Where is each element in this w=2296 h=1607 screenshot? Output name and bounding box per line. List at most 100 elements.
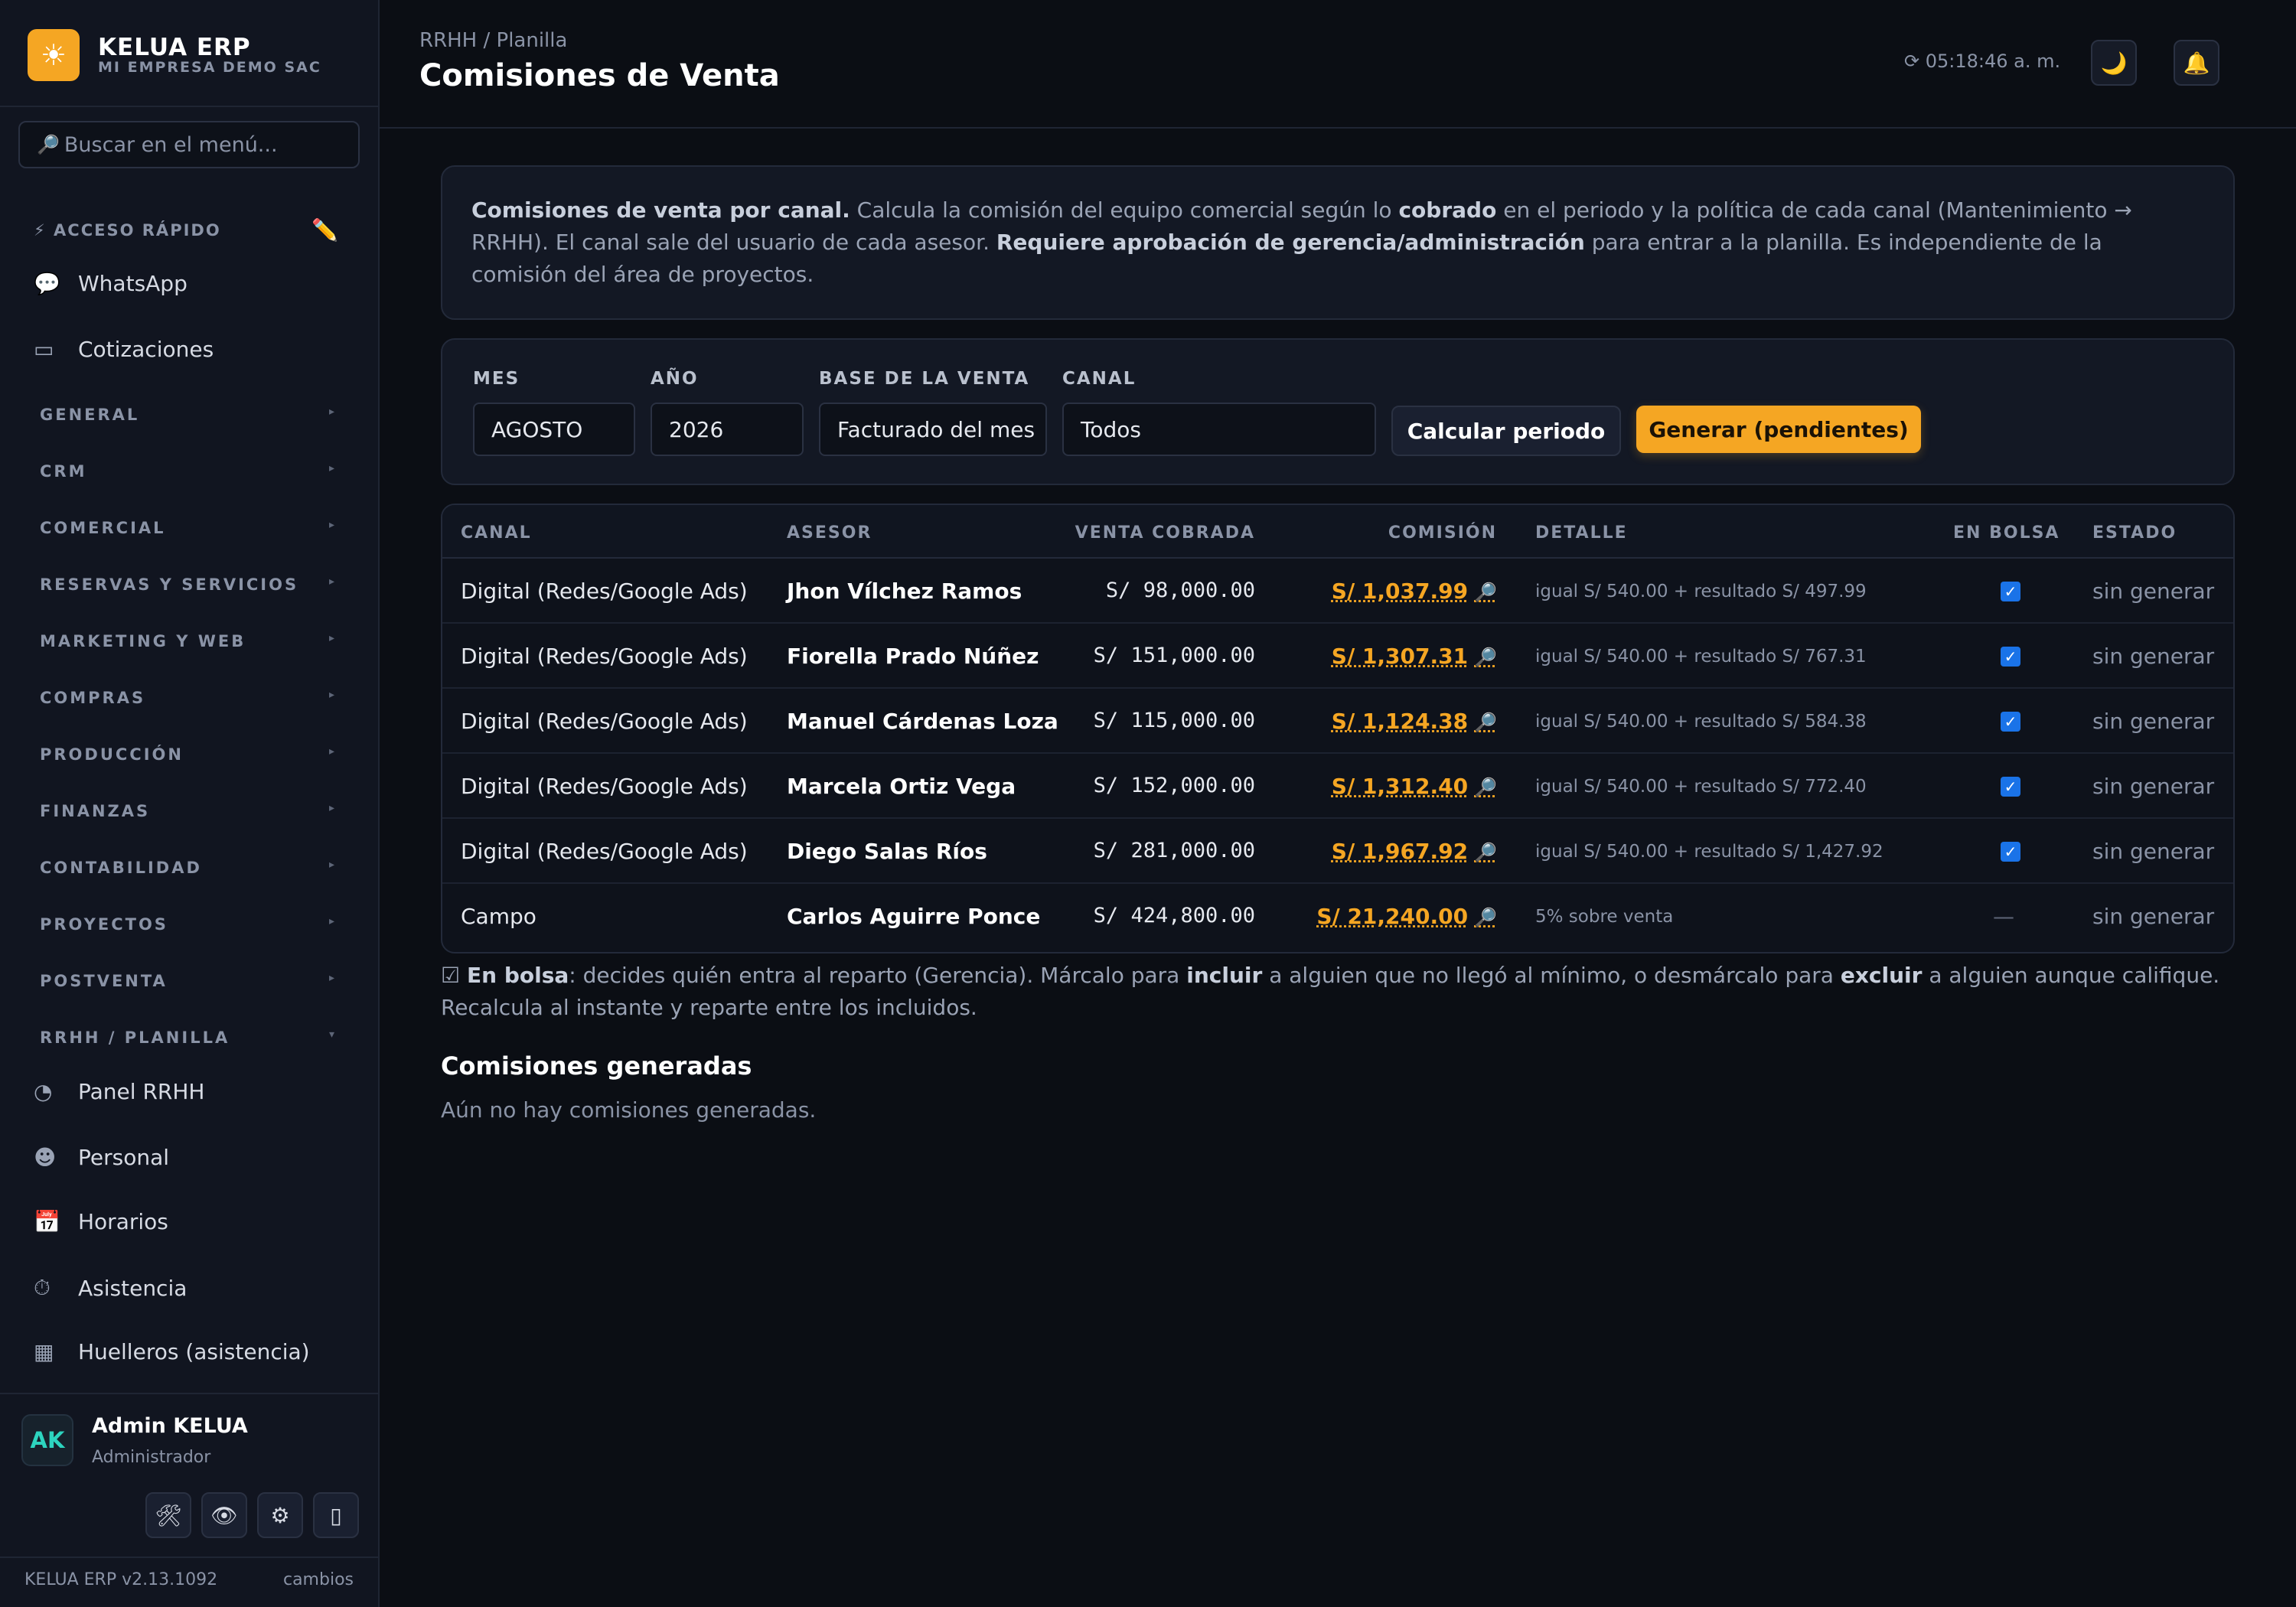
section-finanzas[interactable]: FINANZAS ▸ bbox=[40, 802, 337, 820]
person-icon: ☻ bbox=[34, 1145, 57, 1170]
section-produccion[interactable]: PRODUCCIÓN ▸ bbox=[40, 745, 337, 764]
table-row: Digital (Redes/Google Ads) Manuel Cárdena… bbox=[442, 689, 2233, 754]
magnifier-icon: 🔎 bbox=[1474, 647, 1497, 668]
section-general[interactable]: GENERAL ▸ bbox=[40, 406, 337, 424]
sidebar-item-label: WhatsApp bbox=[78, 271, 188, 296]
canal-select[interactable]: Todos bbox=[1062, 403, 1376, 456]
eye-icon[interactable]: 👁 bbox=[201, 1492, 247, 1538]
sidebar-item-label: Personal bbox=[78, 1145, 170, 1170]
commission-link[interactable]: S/ 1,037.99 🔎 bbox=[1332, 579, 1497, 604]
info-text: Calcula la comisión del equipo comercial… bbox=[850, 197, 1399, 223]
divider bbox=[0, 1556, 380, 1558]
commission-link[interactable]: S/ 1,124.38 🔎 bbox=[1332, 709, 1497, 734]
search-icon: 🔎 bbox=[37, 134, 60, 155]
sidebar-item-personal[interactable]: ☻ Personal bbox=[34, 1145, 169, 1170]
section-label: FINANZAS bbox=[40, 802, 151, 820]
cell-venta: S/ 151,000.00 bbox=[1093, 644, 1255, 667]
cell-estado: sin generar bbox=[2092, 904, 2215, 929]
commission-link[interactable]: S/ 1,307.31 🔎 bbox=[1332, 644, 1497, 669]
en-bolsa-checkbox[interactable]: ✓ bbox=[2001, 777, 2020, 797]
column-header: ASESOR bbox=[787, 523, 872, 543]
cell-detalle: igual S/ 540.00 + resultado S/ 1,427.92 bbox=[1535, 842, 1883, 862]
user-role: Administrador bbox=[92, 1448, 211, 1467]
sidebar-item-cotizaciones[interactable]: ▭ Cotizaciones bbox=[34, 337, 214, 362]
magnifier-icon: 🔎 bbox=[1474, 712, 1497, 733]
cell-estado: sin generar bbox=[2092, 579, 2215, 604]
bell-icon[interactable]: 🔔 bbox=[2174, 40, 2219, 86]
sidebar-item-huelleros[interactable]: ▦ Huelleros (asistencia) bbox=[34, 1339, 310, 1364]
breadcrumb[interactable]: RRHH / Planilla bbox=[419, 29, 567, 52]
anio-label: AÑO bbox=[651, 369, 699, 389]
changes-link[interactable]: cambios bbox=[283, 1570, 354, 1589]
menu-search-input[interactable]: 🔎 Buscar en el menú... bbox=[18, 121, 360, 168]
sidebar-item-whatsapp[interactable]: 💬 WhatsApp bbox=[34, 271, 188, 296]
section-crm[interactable]: CRM ▸ bbox=[40, 462, 337, 481]
cell-estado: sin generar bbox=[2092, 839, 2215, 864]
en-bolsa-checkbox[interactable]: ✓ bbox=[2001, 712, 2020, 732]
gear-icon[interactable]: ⚙ bbox=[257, 1492, 303, 1538]
document-icon: ▭ bbox=[34, 337, 54, 362]
section-proyectos[interactable]: PROYECTOS ▸ bbox=[40, 915, 337, 934]
sidebar-item-panel-rrhh[interactable]: ◔ Panel RRHH bbox=[34, 1079, 204, 1104]
chevron-right-icon: ▸ bbox=[328, 802, 337, 814]
en-bolsa-checkbox[interactable]: ✓ bbox=[2001, 647, 2020, 667]
cell-detalle: igual S/ 540.00 + resultado S/ 772.40 bbox=[1535, 777, 1867, 797]
info-text: cobrado bbox=[1398, 197, 1497, 223]
section-comercial[interactable]: COMERCIAL ▸ bbox=[40, 519, 337, 537]
generate-pending-button[interactable]: Generar (pendientes) bbox=[1636, 406, 1921, 453]
calculate-period-button[interactable]: Calcular periodo bbox=[1391, 406, 1621, 456]
bolsa-note: ☑ En bolsa: decides quién entra al repar… bbox=[441, 960, 2247, 1024]
commission-link[interactable]: S/ 1,967.92 🔎 bbox=[1332, 839, 1497, 864]
table-row: Digital (Redes/Google Ads) Diego Salas Rí… bbox=[442, 819, 2233, 884]
cell-venta: S/ 152,000.00 bbox=[1093, 774, 1255, 797]
user-profile[interactable]: AK Admin KELUA Administrador bbox=[21, 1414, 248, 1467]
section-reservas[interactable]: RESERVAS Y SERVICIOS ▸ bbox=[40, 575, 337, 594]
version-label: KELUA ERP v2.13.1092 bbox=[24, 1570, 218, 1589]
edit-pencil-icon[interactable]: ✏️ bbox=[311, 217, 340, 243]
chevron-right-icon: ▸ bbox=[328, 689, 337, 701]
commission-value: S/ 1,037.99 bbox=[1331, 579, 1469, 604]
info-card: Comisiones de venta por canal. Calcula l… bbox=[441, 165, 2235, 320]
logout-icon[interactable]: ▯ bbox=[313, 1492, 359, 1538]
sidebar-item-horarios[interactable]: 📅 Horarios bbox=[34, 1209, 168, 1234]
chevron-right-icon: ▸ bbox=[328, 972, 337, 984]
section-contabilidad[interactable]: CONTABILIDAD ▸ bbox=[40, 859, 337, 877]
cell-detalle: igual S/ 540.00 + resultado S/ 767.31 bbox=[1535, 647, 1867, 667]
commission-link[interactable]: S/ 21,240.00 🔎 bbox=[1316, 904, 1497, 929]
cell-venta: S/ 98,000.00 bbox=[1105, 579, 1255, 602]
cell-canal: Digital (Redes/Google Ads) bbox=[461, 774, 748, 799]
brand[interactable]: ☀ KELUA ERP MI EMPRESA DEMO SAC bbox=[28, 29, 321, 81]
mes-select[interactable]: AGOSTO bbox=[473, 403, 635, 456]
section-marketing[interactable]: MARKETING Y WEB ▸ bbox=[40, 632, 337, 650]
cell-canal: Digital (Redes/Google Ads) bbox=[461, 644, 748, 669]
sun-logo-icon: ☀ bbox=[28, 29, 80, 81]
en-bolsa-checkbox[interactable]: ✓ bbox=[2001, 582, 2020, 601]
tools-icon[interactable]: 🛠 bbox=[145, 1492, 191, 1538]
section-rrhh-planilla[interactable]: RRHH / PLANILLA ▾ bbox=[40, 1028, 337, 1047]
commission-link[interactable]: S/ 1,312.40 🔎 bbox=[1332, 774, 1497, 799]
sidebar-item-label: Panel RRHH bbox=[78, 1079, 205, 1104]
section-label: RESERVAS Y SERVICIOS bbox=[40, 575, 299, 594]
section-label: PROYECTOS bbox=[40, 915, 168, 934]
cell-canal: Campo bbox=[461, 904, 536, 929]
moon-icon[interactable]: 🌙 bbox=[2091, 40, 2137, 86]
quick-access-header: ⚡ ACCESO RÁPIDO ✏️ bbox=[34, 217, 340, 243]
table-row: Campo Carlos Aguirre Ponce S/ 424,800.00 S/… bbox=[442, 884, 2233, 949]
cell-asesor: Diego Salas Ríos bbox=[787, 839, 987, 864]
section-label: GENERAL bbox=[40, 406, 140, 424]
brand-name: KELUA ERP bbox=[98, 34, 251, 61]
section-postventa[interactable]: POSTVENTA ▸ bbox=[40, 972, 337, 990]
section-compras[interactable]: COMPRAS ▸ bbox=[40, 689, 337, 707]
note-text: En bolsa bbox=[467, 963, 569, 988]
sidebar-item-asistencia[interactable]: ⏱ Asistencia bbox=[34, 1275, 187, 1301]
top-header: RRHH / Planilla Comisiones de Venta ⟳ 05… bbox=[380, 0, 2296, 129]
section-label: CRM bbox=[40, 462, 87, 481]
en-bolsa-checkbox[interactable]: ✓ bbox=[2001, 842, 2020, 862]
base-select[interactable]: Facturado del mes bbox=[819, 403, 1047, 456]
anio-select[interactable]: 2026 bbox=[651, 403, 804, 456]
generated-empty-state: Aún no hay comisiones generadas. bbox=[441, 1097, 817, 1123]
cell-detalle: igual S/ 540.00 + resultado S/ 584.38 bbox=[1535, 712, 1867, 732]
section-label: POSTVENTA bbox=[40, 972, 168, 990]
fingerprint-device-icon: ▦ bbox=[34, 1339, 54, 1364]
magnifier-icon: 🔎 bbox=[1474, 907, 1497, 928]
